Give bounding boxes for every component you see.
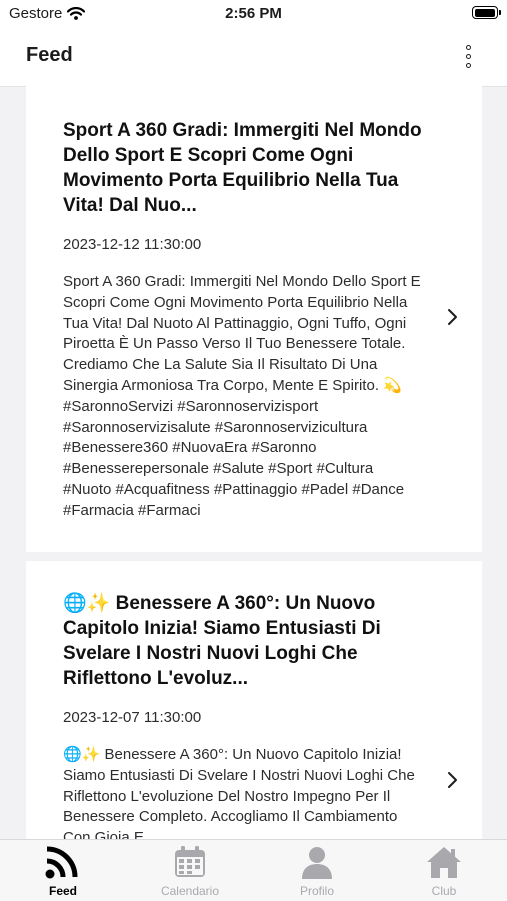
tab-bar: Feed Calendario Profilo Club bbox=[0, 839, 507, 901]
chevron-right-icon bbox=[448, 772, 457, 788]
navigation-bar: Feed bbox=[0, 28, 507, 87]
home-icon bbox=[427, 847, 461, 878]
status-bar: Gestore 2:56 PM bbox=[0, 0, 507, 28]
tab-feed[interactable]: Feed bbox=[0, 840, 126, 901]
tab-club[interactable]: Club bbox=[381, 840, 507, 901]
more-dot bbox=[466, 63, 471, 68]
page-title: Feed bbox=[26, 44, 73, 66]
post-body: 🌐✨ Benessere A 360°: Un Nuovo Capitolo I… bbox=[63, 746, 415, 839]
chevron-right-icon bbox=[448, 309, 457, 325]
post-date: 2023-12-07 11:30:00 bbox=[63, 709, 202, 726]
tab-label: Profilo bbox=[299, 884, 334, 898]
feed-post-card[interactable]: Sport A 360 Gradi: Immergiti Nel Mondo D… bbox=[26, 86, 482, 552]
status-time: 2:56 PM bbox=[225, 5, 282, 22]
feed-list[interactable]: Sport A 360 Gradi: Immergiti Nel Mondo D… bbox=[0, 86, 507, 839]
more-dot bbox=[466, 54, 471, 59]
more-options-button[interactable] bbox=[457, 42, 479, 72]
battery-icon bbox=[472, 6, 501, 19]
tab-calendario[interactable]: Calendario bbox=[127, 840, 253, 901]
tab-label: Club bbox=[431, 884, 457, 898]
post-body: Sport A 360 Gradi: Immergiti Nel Mondo D… bbox=[63, 273, 421, 519]
tab-label: Feed bbox=[48, 884, 77, 898]
feed-post-card[interactable]: 🌐✨ Benessere A 360°: Un Nuovo Capitolo I… bbox=[26, 561, 482, 839]
calendar-icon bbox=[175, 846, 205, 877]
tab-label: Calendario bbox=[160, 884, 220, 898]
feed-icon bbox=[45, 846, 78, 879]
post-date: 2023-12-12 11:30:00 bbox=[63, 236, 202, 253]
more-dot bbox=[466, 45, 471, 50]
post-title: 🌐✨ Benessere A 360°: Un Nuovo Capitolo I… bbox=[63, 593, 381, 689]
profile-icon bbox=[302, 847, 332, 879]
post-title: Sport A 360 Gradi: Immergiti Nel Mondo D… bbox=[63, 120, 422, 216]
tab-profilo[interactable]: Profilo bbox=[254, 840, 380, 901]
